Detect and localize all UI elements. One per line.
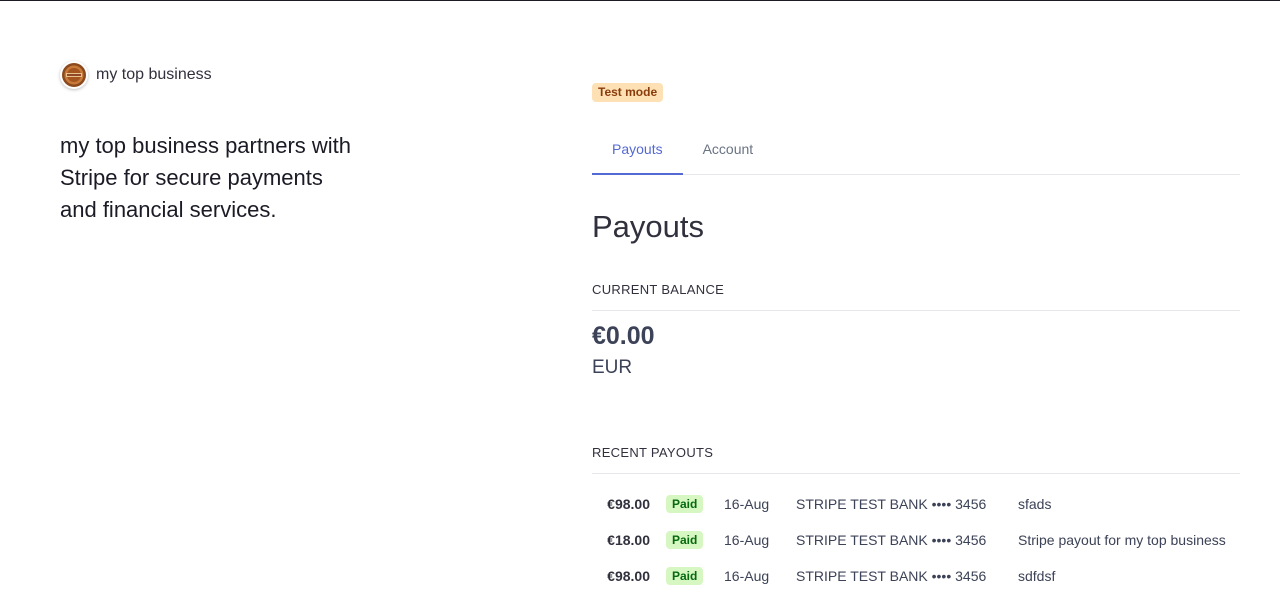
payout-bank: STRIPE TEST BANK •••• 3456 <box>796 496 987 512</box>
balance-amount: €0.00 <box>592 322 655 350</box>
tab-account[interactable]: Account <box>683 125 774 175</box>
payout-description: sdfdsf <box>1018 568 1056 584</box>
brand-header: my top business <box>60 61 212 89</box>
status-badge: Paid <box>666 495 704 513</box>
status-badge: Paid <box>666 567 704 585</box>
payout-description: sfads <box>1018 496 1052 512</box>
page-title: Payouts <box>592 209 705 244</box>
tab-payouts[interactable]: Payouts <box>592 125 683 175</box>
tab-bar: Payouts Account <box>592 125 1240 175</box>
payout-description: Stripe payout for my top business <box>1018 532 1226 548</box>
payout-row[interactable]: €18.00 Paid 16-Aug STRIPE TEST BANK ••••… <box>592 522 1240 558</box>
payout-amount: €98.00 <box>607 496 650 512</box>
payout-bank: STRIPE TEST BANK •••• 3456 <box>796 568 987 584</box>
balance-currency: EUR <box>592 357 633 378</box>
brand-tagline: my top business partners with Stripe for… <box>60 133 352 222</box>
brand-logo-icon <box>60 61 88 89</box>
payout-amount: €98.00 <box>607 568 650 584</box>
test-mode-badge: Test mode <box>592 83 664 102</box>
status-badge: Paid <box>666 531 704 549</box>
current-balance-label: CURRENT BALANCE <box>592 282 1240 311</box>
payout-row[interactable]: €98.00 Paid 16-Aug STRIPE TEST BANK ••••… <box>592 558 1240 593</box>
payout-bank: STRIPE TEST BANK •••• 3456 <box>796 532 987 548</box>
recent-payouts-label: RECENT PAYOUTS <box>592 445 1240 474</box>
payout-date: 16-Aug <box>724 532 770 548</box>
payouts-list: €98.00 Paid 16-Aug STRIPE TEST BANK ••••… <box>592 486 1240 593</box>
payout-row[interactable]: €98.00 Paid 16-Aug STRIPE TEST BANK ••••… <box>592 486 1240 522</box>
brand-name: my top business <box>96 66 212 83</box>
payout-amount: €18.00 <box>607 532 650 548</box>
payout-date: 16-Aug <box>724 568 770 584</box>
payout-date: 16-Aug <box>724 496 770 512</box>
